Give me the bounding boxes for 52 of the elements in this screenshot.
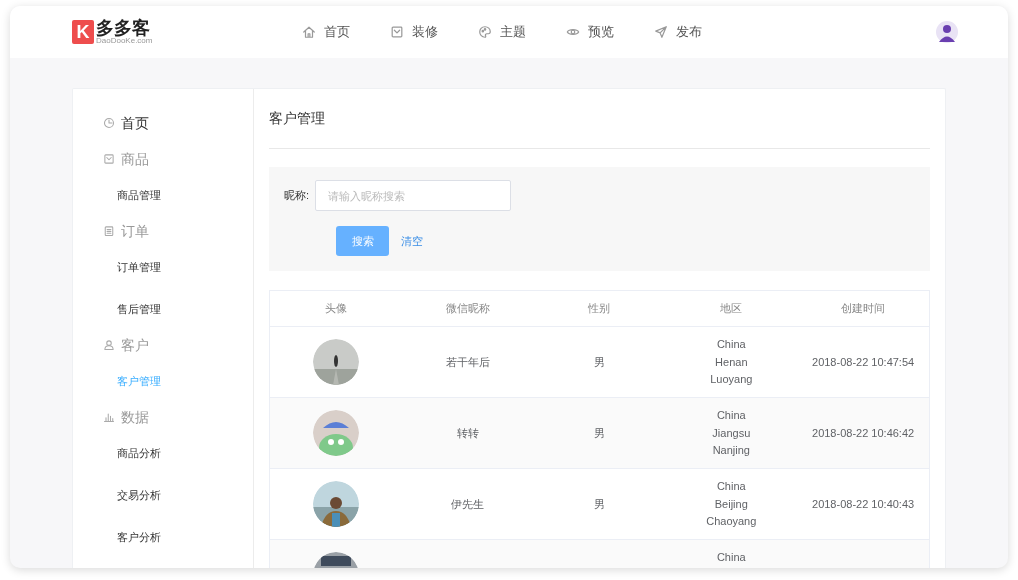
bar-chart-icon — [103, 411, 115, 423]
region-line: Henan — [715, 354, 748, 370]
table-cell-text: 伊先生 — [451, 496, 485, 512]
palette-icon — [478, 25, 492, 39]
region-line: China — [716, 408, 746, 423]
sidebar-item[interactable]: 商品分析 — [103, 435, 253, 471]
region-line: Chaoyang — [706, 514, 757, 529]
sidebar-item[interactable]: 商品管理 — [103, 177, 253, 213]
sidebar-item[interactable]: 订单管理 — [103, 249, 253, 285]
region-line: China — [716, 337, 746, 352]
region-line: Luoyang — [710, 372, 753, 387]
clipboard-icon — [103, 225, 115, 237]
logo-domain: DaoDooKe.com — [96, 37, 153, 45]
clock-icon — [103, 117, 115, 129]
table-cell-text: 2018-08-22 10:47:54 — [812, 354, 915, 370]
avatar-icon[interactable] — [936, 21, 958, 43]
table-cell-text: 2018-08-22 10:46:42 — [812, 425, 915, 441]
region-line: Jiangsu — [712, 425, 751, 441]
column-header: 创建时间 — [840, 301, 887, 317]
nav-link[interactable]: 发布 — [654, 22, 702, 42]
region-line: Beijing — [714, 496, 748, 512]
region-line: China — [716, 479, 746, 494]
logo-name: 多多客 — [96, 19, 150, 37]
region-line: Nanjing — [712, 443, 750, 458]
nav-link[interactable]: 首页 — [302, 22, 350, 42]
home-icon — [302, 25, 316, 39]
column-header: 微信昵称 — [444, 301, 491, 317]
nav-link[interactable]: 预览 — [566, 22, 614, 42]
box-icon — [390, 25, 404, 39]
field-label: 昵称: — [284, 188, 310, 204]
sidebar-group[interactable]: 首页 — [103, 105, 253, 141]
region-line: China — [716, 550, 746, 565]
user-icon — [103, 339, 115, 351]
paper-plane-icon — [654, 25, 668, 39]
box-icon — [103, 153, 115, 165]
table-cell-text: 若干年后 — [445, 354, 490, 370]
table-cell-text: 男 — [594, 354, 605, 370]
sidebar-item[interactable]: 售后管理 — [103, 291, 253, 327]
table-cell-text: 男 — [594, 496, 605, 512]
sidebar-item[interactable]: 客户分析 — [103, 519, 253, 555]
table-cell-text: 转转 — [456, 425, 479, 441]
logo-mark: K — [72, 20, 94, 44]
column-header: 性别 — [587, 301, 612, 317]
page-title: 客户管理 — [269, 109, 325, 128]
column-header: 头像 — [323, 301, 348, 317]
table-cell-text: 男 — [594, 425, 605, 441]
column-header: 地区 — [719, 301, 744, 317]
sidebar-item[interactable]: 交易分析 — [103, 477, 253, 513]
nickname-field[interactable]: 请输入昵称搜索 — [315, 180, 512, 211]
nav-link[interactable]: 装修 — [390, 22, 438, 42]
nav-link[interactable]: 主题 — [478, 22, 526, 42]
table-cell-text: 2018-08-22 10:40:43 — [812, 496, 915, 512]
